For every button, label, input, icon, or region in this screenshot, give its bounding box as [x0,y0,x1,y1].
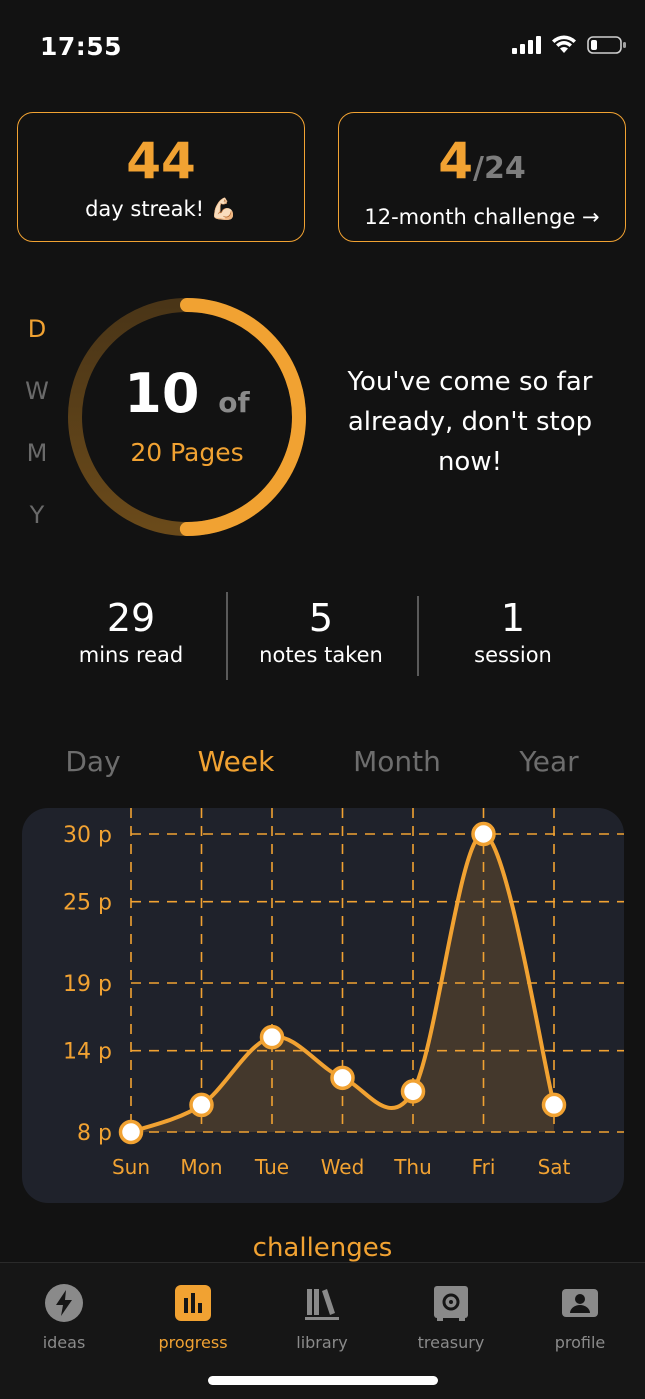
tab-label: profile [554,1333,606,1352]
metric-label: notes taken [259,643,383,667]
streak-card[interactable]: 44 day streak! 💪🏻 [17,112,305,242]
wifi-icon [552,35,576,53]
tab-library[interactable]: library [262,1283,382,1352]
daily-progress-ring: 10 of 20 Pages [62,292,312,542]
data-point [118,1119,144,1145]
tab-label: progress [158,1333,228,1352]
books-icon [305,1289,339,1320]
x-tick-label: Sun [112,1155,150,1179]
period-day[interactable]: D [22,310,52,372]
ring-center: 10 of 20 Pages [62,292,312,542]
metric-label: mins read [78,643,184,667]
tab-year[interactable]: Year [519,745,578,778]
challenges-heading: challenges [252,1233,393,1263]
period-switch: D W M Y [22,310,52,558]
metric-value: 5 [308,596,334,640]
home-indicator [208,1376,438,1385]
data-point [259,1024,285,1050]
metric-sessions: 1 session [418,595,608,667]
chart-svg: 8 p 14 p 19 p 25 p 30 p Sun Mon Tue Wed Thu Fri Sat [63,808,624,1179]
challenge-value: 4/24 [339,133,625,197]
y-tick-label: 25 p [63,891,112,916]
motivation-text: You've come so far already, don't stop n… [347,367,593,477]
tab-ideas[interactable]: ideas [4,1283,124,1352]
period-week[interactable]: W [22,372,52,434]
period-month[interactable]: M [22,434,52,496]
pages-goal: 20 Pages [130,438,244,467]
x-tick-label: Tue [254,1155,289,1179]
status-icons [511,35,627,55]
tab-label: library [296,1333,348,1352]
streak-value: 44 [126,132,196,190]
bar-chart-icon [175,1285,211,1321]
signal-icon [512,36,541,54]
safe-icon [434,1286,468,1321]
x-tick-label: Sat [538,1155,571,1179]
tab-treasury[interactable]: treasury [391,1283,511,1352]
data-point [400,1079,426,1104]
challenge-card[interactable]: 4/24 12-month challenge → [338,112,626,242]
x-tick-label: Wed [321,1155,365,1179]
streak-label: day streak! 💪🏻 [85,197,237,221]
challenge-total: /24 [473,151,526,186]
challenge-label: 12-month challenge → [364,205,600,229]
metric-value: 1 [500,596,526,640]
tab-day[interactable]: Day [65,745,120,778]
status-time: 17:55 [40,32,123,61]
x-tick-label: Mon [180,1155,222,1179]
id-card-icon [562,1289,598,1317]
metric-value: 29 [106,596,156,640]
bolt-icon [45,1284,83,1322]
data-point [189,1092,214,1118]
metric-notes-taken: 5 notes taken [226,595,416,667]
challenge-count: 4 [438,132,474,190]
metric-label: session [474,643,552,667]
period-year[interactable]: Y [22,496,52,558]
y-tick-label: 19 p [63,972,112,997]
metric-mins-read: 29 mins read [36,595,226,667]
data-point [471,821,496,847]
data-point [330,1065,355,1091]
pages-read: 10 [124,362,200,425]
ring-value: 10 of [62,362,312,425]
battery-icon [587,36,626,54]
y-tick-label: 30 p [63,823,112,848]
tab-week[interactable]: Week [198,745,275,778]
tab-label: treasury [417,1333,485,1352]
y-tick-label: 14 p [63,1040,112,1065]
tab-label: ideas [42,1333,86,1352]
tab-profile[interactable]: profile [520,1283,640,1352]
x-tick-label: Fri [472,1155,496,1179]
data-point [541,1092,567,1118]
x-tick-label: Thu [393,1155,432,1179]
status-bar: 17:55 [0,0,645,90]
tab-month[interactable]: Month [353,745,441,778]
y-tick-label: 8 p [77,1121,112,1146]
tab-progress[interactable]: progress [133,1283,253,1352]
weekly-pages-chart: 8 p 14 p 19 p 25 p 30 p Sun Mon Tue Wed Thu Fri Sat [22,808,624,1203]
ring-of: of [218,386,250,419]
